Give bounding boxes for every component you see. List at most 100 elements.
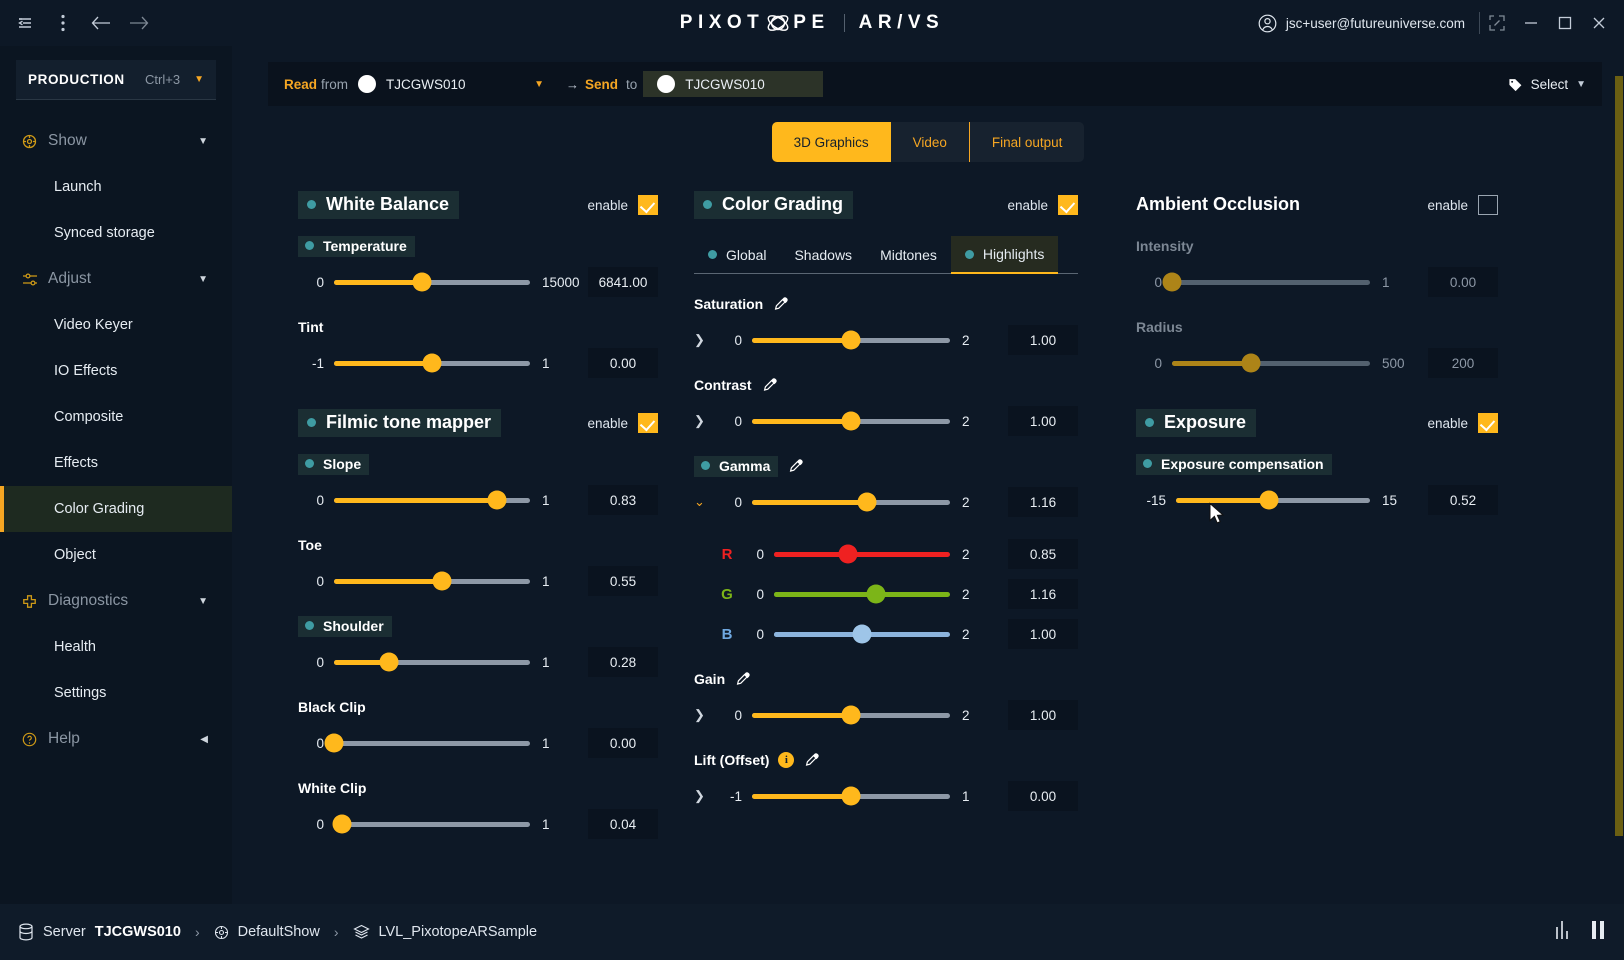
info-icon[interactable]: i — [778, 752, 795, 768]
value-input-lift-offset[interactable]: 0.00 — [1008, 781, 1078, 811]
slider-knob[interactable] — [379, 652, 399, 672]
slider-track-saturation[interactable] — [752, 330, 950, 350]
value-input-radius[interactable]: 200 — [1428, 348, 1498, 378]
slider-track-radius[interactable] — [1172, 353, 1370, 373]
value-input-saturation[interactable]: 1.00 — [1008, 325, 1078, 355]
eyedropper-icon[interactable] — [803, 751, 821, 769]
slider-track-gamma-b[interactable] — [774, 624, 950, 644]
value-input-toe[interactable]: 0.55 — [588, 566, 658, 596]
slider-knob[interactable] — [422, 353, 442, 373]
value-input-gamma-r[interactable]: 0.85 — [1008, 539, 1078, 569]
value-input-black-clip[interactable]: 0.00 — [588, 728, 658, 758]
value-input-exposure-compensation[interactable]: 0.52 — [1428, 485, 1498, 515]
sidebar-group-adjust[interactable]: Adjust ▼ — [0, 256, 232, 302]
sidebar-group-help[interactable]: Help ◀ — [0, 716, 232, 762]
slider-knob[interactable] — [324, 733, 344, 753]
sidebar-item-health[interactable]: Health — [0, 624, 232, 670]
tab-3d-graphics[interactable]: 3D Graphics — [771, 122, 891, 162]
value-input-intensity[interactable]: 0.00 — [1428, 267, 1498, 297]
sidebar-group-show[interactable]: Show ▼ — [0, 118, 232, 164]
collapse-panel-icon[interactable] — [8, 6, 42, 40]
kebab-menu-icon[interactable] — [46, 6, 80, 40]
slider-knob[interactable] — [838, 544, 858, 564]
select-button[interactable]: Select ▼ — [1508, 77, 1586, 92]
read-from-selector[interactable]: Read from TJCGWS010 ▼ — [284, 75, 544, 93]
slider-track-gamma-g[interactable] — [774, 584, 950, 604]
sidebar-item-object[interactable]: Object — [0, 532, 232, 578]
eyedropper-icon[interactable] — [734, 670, 752, 688]
close-icon[interactable] — [1582, 6, 1616, 40]
slider-track-exposure-compensation[interactable] — [1176, 490, 1370, 510]
slider-track-gamma[interactable] — [752, 492, 950, 512]
slider-track-toe[interactable] — [334, 571, 530, 591]
expand-chevron-icon[interactable]: ❯ — [694, 332, 716, 348]
sidebar-item-settings[interactable]: Settings — [0, 670, 232, 716]
send-to-selector[interactable]: TJCGWS010 — [643, 71, 824, 97]
user-account[interactable]: jsc+user@futureuniverse.com — [1258, 14, 1479, 33]
tab-global[interactable]: Global — [694, 236, 780, 273]
color-grading-enable-checkbox[interactable] — [1058, 195, 1078, 215]
value-input-tint[interactable]: 0.00 — [588, 348, 658, 378]
sidebar-item-color-grading[interactable]: Color Grading — [0, 486, 232, 532]
sidebar-item-launch[interactable]: Launch — [0, 164, 232, 210]
value-input-gamma-b[interactable]: 1.00 — [1008, 619, 1078, 649]
exposure-enable-checkbox[interactable] — [1478, 413, 1498, 433]
slider-track-white-clip[interactable] — [332, 814, 530, 834]
value-input-temperature[interactable]: 6841.00 — [588, 267, 658, 297]
white-balance-enable-checkbox[interactable] — [638, 195, 658, 215]
slider-knob[interactable] — [1259, 490, 1279, 510]
ambient-occlusion-enable-checkbox[interactable] — [1478, 195, 1498, 215]
arrow-right-icon[interactable] — [122, 6, 156, 40]
signal-icon[interactable] — [1554, 918, 1580, 947]
slider-track-shoulder[interactable] — [334, 652, 530, 672]
breadcrumb-level[interactable]: LVL_PixotopeARSample — [352, 924, 537, 940]
eyedropper-icon[interactable] — [761, 376, 779, 394]
slider-knob[interactable] — [1162, 272, 1182, 292]
slider-knob[interactable] — [857, 492, 877, 512]
slider-track-intensity[interactable] — [1162, 272, 1370, 292]
value-input-shoulder[interactable]: 0.28 — [588, 647, 658, 677]
sidebar-item-video-keyer[interactable]: Video Keyer — [0, 302, 232, 348]
arrow-left-icon[interactable] — [84, 6, 118, 40]
value-input-white-clip[interactable]: 0.04 — [588, 809, 658, 839]
tab-video[interactable]: Video — [890, 122, 970, 162]
collapse-chevron-icon[interactable]: ⌄ — [694, 494, 716, 510]
sidebar-group-diagnostics[interactable]: Diagnostics ▼ — [0, 578, 232, 624]
value-input-contrast[interactable]: 1.00 — [1008, 406, 1078, 436]
slider-track-black-clip[interactable] — [324, 733, 530, 753]
expand-chevron-icon[interactable]: ❯ — [694, 788, 716, 804]
sidebar-item-composite[interactable]: Composite — [0, 394, 232, 440]
slider-track-tint[interactable] — [334, 353, 530, 373]
scrollbar-thumb[interactable] — [1615, 76, 1623, 836]
sidebar-item-effects[interactable]: Effects — [0, 440, 232, 486]
value-input-gamma[interactable]: 1.16 — [1008, 487, 1078, 517]
pause-icon[interactable] — [1590, 919, 1606, 946]
breadcrumb-server[interactable]: Server TJCGWS010 — [18, 923, 181, 941]
slider-track-temperature[interactable] — [334, 272, 530, 292]
slider-track-lift-offset[interactable] — [752, 786, 950, 806]
minimize-icon[interactable] — [1514, 6, 1548, 40]
tab-highlights[interactable]: Highlights — [950, 236, 1059, 274]
slider-knob[interactable] — [487, 490, 507, 510]
filmic-enable-checkbox[interactable] — [638, 413, 658, 433]
expand-chevron-icon[interactable]: ❯ — [694, 413, 716, 429]
slider-knob[interactable] — [841, 330, 861, 350]
sidebar-item-io-effects[interactable]: IO Effects — [0, 348, 232, 394]
breadcrumb-show[interactable]: DefaultShow — [214, 924, 320, 940]
tab-shadows[interactable]: Shadows — [780, 236, 866, 273]
slider-knob[interactable] — [866, 584, 886, 604]
expand-icon[interactable] — [1480, 6, 1514, 40]
slider-knob[interactable] — [841, 411, 861, 431]
slider-knob[interactable] — [1241, 353, 1261, 373]
slider-track-gain[interactable] — [752, 705, 950, 725]
slider-knob[interactable] — [841, 705, 861, 725]
slider-knob[interactable] — [412, 272, 432, 292]
tab-final-output[interactable]: Final output — [969, 122, 1085, 162]
eyedropper-icon[interactable] — [787, 457, 805, 475]
slider-track-gamma-r[interactable] — [774, 544, 950, 564]
vertical-scrollbar[interactable] — [1614, 46, 1624, 904]
value-input-slope[interactable]: 0.83 — [588, 485, 658, 515]
slider-knob[interactable] — [841, 786, 861, 806]
value-input-gamma-g[interactable]: 1.16 — [1008, 579, 1078, 609]
value-input-gain[interactable]: 1.00 — [1008, 700, 1078, 730]
